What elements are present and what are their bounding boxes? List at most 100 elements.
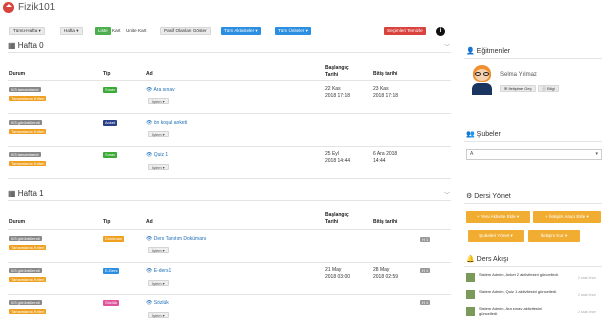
criteria-badge[interactable]: Tamamlama Kriteri [9, 96, 47, 101]
col-end: Bitiş tarihi [373, 71, 398, 77]
activity-name: Ders Tanıtım Dokümanı [153, 236, 207, 242]
caret-icon: ▾ [255, 28, 258, 33]
actions-label: İşlem [152, 132, 162, 137]
contact-label: İletişime Geç [508, 86, 532, 91]
collapse-icon[interactable]: ﹀ [444, 42, 450, 51]
col-name: Ad [146, 71, 153, 77]
status-badge: 0/3 görüntülendi [9, 300, 42, 305]
actions-dropdown[interactable]: İşlem ▾ [148, 98, 169, 104]
type-badge-elesson: E-Ders [103, 268, 120, 274]
divider [464, 141, 602, 142]
status-badge: 0/3 görüntülendi [9, 120, 42, 125]
criteria-badge[interactable]: Tamamlama Kriteri [9, 129, 47, 134]
caret-icon: ▾ [76, 28, 79, 33]
activity-link[interactable]: 👁 Ara sınav [146, 87, 175, 93]
feed-avatar [466, 307, 475, 316]
activity-name: Sözlük [153, 300, 169, 306]
new-activity-label: Yeni Aktivite Ekle [480, 214, 516, 219]
divider [8, 229, 451, 230]
eye-icon: 👁 [146, 268, 153, 274]
activity-link[interactable]: 👁 Quiz 1 [146, 152, 168, 158]
criteria-badge[interactable]: Tamamlama Kriteri [9, 309, 47, 314]
new-tool-label: İletişim Aracı Ekle [549, 214, 586, 219]
activity-link[interactable]: 👁 Sözlük [146, 300, 169, 306]
actions-dropdown[interactable]: İşlem ▾ [148, 280, 169, 286]
caret-icon: ▾ [305, 28, 308, 33]
branch-select[interactable]: A ▾ [466, 149, 602, 160]
clear-selection-button[interactable]: Seçimleri Temizle [384, 27, 426, 35]
status-badge: 0/3 görüntülendi [9, 268, 42, 273]
info-icon[interactable]: i [436, 27, 445, 36]
activity-link[interactable]: 👁 E-ders1 [146, 268, 171, 274]
communication-button[interactable]: İletişim Kur ▾ [528, 230, 580, 242]
activity-name: E-ders1 [153, 268, 172, 274]
actions-dropdown[interactable]: İşlem ▾ [148, 131, 169, 137]
status-badge: 0/3 tamamlandı [9, 152, 41, 157]
instructors-title-text: Eğitmenler [476, 48, 511, 55]
col-status: Durum [9, 219, 26, 225]
actions-dropdown[interactable]: İşlem ▾ [148, 247, 169, 253]
actions-label: İşlem [152, 99, 162, 104]
divider [8, 262, 451, 263]
criteria-badge[interactable]: Tamamlama Kriteri [9, 245, 47, 250]
col-name: Ad [146, 219, 153, 225]
eye-icon: 👁 [146, 87, 153, 93]
new-tool-button[interactable]: + İletişim Aracı Ekle ▾ [533, 211, 601, 223]
branches-title-text: Şubeler [476, 131, 501, 138]
actions-dropdown[interactable]: İşlem ▾ [148, 312, 169, 318]
feed-text: Sistem Admin, Quiz 1 aktivitesini güncel… [479, 289, 558, 294]
caret-icon: ▾ [595, 151, 598, 157]
week-label: Hafta [64, 28, 75, 33]
info-button[interactable]: ⓘ Bilgi [538, 85, 559, 92]
avatar [470, 65, 494, 95]
feed-avatar [466, 273, 475, 282]
divider [8, 113, 451, 114]
branch-selected: A [470, 151, 474, 157]
type-badge-exam: Sınav [103, 87, 118, 93]
actions-label: İşlem [152, 165, 162, 170]
eye-icon: 👁 [146, 236, 153, 242]
all-weeks-dropdown[interactable]: Tümü-Hafta ▾ [9, 27, 45, 35]
settings-icon: ⚙ [466, 193, 473, 200]
col-type: Tip [103, 71, 111, 77]
feed-text: Sistem Admin, Ara sınav aktivitesini gün… [479, 306, 542, 316]
col-status: Durum [9, 71, 26, 77]
col-start: Başlangıç Tarihi [325, 65, 349, 78]
all-activities-dropdown[interactable]: Tüm Aktiviteler ▾ [221, 27, 261, 35]
users-icon: 👥 [466, 131, 475, 138]
feed-text: Sistem Admin, Anket 2 aktivitesini günce… [479, 272, 559, 277]
contact-button[interactable]: ✉ İletişime Geç [500, 85, 536, 92]
card-view-button[interactable]: Kart [109, 27, 123, 35]
collapse-icon[interactable]: ﹀ [444, 190, 450, 199]
unit-card-view-button[interactable]: Unite Kart [123, 27, 149, 35]
week-dropdown[interactable]: Hafta ▾ [60, 27, 83, 35]
caret-icon: ▾ [38, 28, 41, 33]
course-title: Fizik101 [18, 2, 56, 13]
criteria-badge[interactable]: Tamamlama Kriteri [9, 277, 47, 282]
col-end: Bitiş tarihi [373, 219, 398, 225]
week-1-title-text: Hafta 1 [17, 189, 44, 198]
feed-time: 2 saat önce [578, 310, 597, 314]
divider [8, 52, 451, 53]
actions-label: İşlem [152, 248, 162, 253]
activity-name: ön koşul anketi [153, 120, 188, 126]
divider [464, 266, 602, 267]
criteria-badge[interactable]: Tamamlama Kriteri [9, 161, 47, 166]
week-1-title: ▦ Hafta 1 [8, 189, 44, 198]
type-badge-document: Doküman [103, 236, 125, 242]
user-icon: 👤 [466, 48, 475, 55]
new-activity-button[interactable]: + Yeni Aktivite Ekle ▾ [466, 211, 530, 223]
start-date: 25 Eyl 2018 14:44 [325, 151, 351, 164]
status-badge: 0/3 tamamlandı [9, 87, 41, 92]
activity-link[interactable]: 👁 Ders Tanıtım Dokümanı [146, 236, 206, 242]
communication-label: İletişim Kur [540, 233, 564, 238]
activity-link[interactable]: 👁 ön koşul anketi [146, 120, 187, 126]
divider [464, 58, 602, 59]
manage-branches-button[interactable]: Şubeleri Yönet ▾ [468, 230, 524, 242]
show-passive-button[interactable]: Pasif Olanları Göster [160, 27, 211, 35]
end-date: 23 Kas 2018 17:18 [373, 86, 399, 99]
actions-dropdown[interactable]: İşlem ▾ [148, 164, 169, 170]
divider [8, 178, 451, 179]
all-units-dropdown[interactable]: Tüm Üniteler ▾ [275, 27, 311, 35]
week-tag: H 1 [420, 237, 431, 242]
